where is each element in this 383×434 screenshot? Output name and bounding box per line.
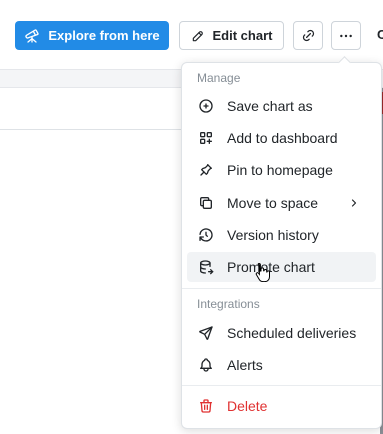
pencil-icon: [191, 29, 205, 43]
more-actions-menu: Manage Save chart as Add to dashboard Pi…: [181, 56, 382, 429]
integrations-section-label: Integrations: [197, 297, 260, 311]
menu-item-label: Move to space: [227, 195, 319, 211]
version-history-item[interactable]: Version history: [187, 220, 376, 250]
database-export-icon: [198, 259, 214, 275]
pin-to-homepage-item[interactable]: Pin to homepage: [187, 155, 376, 185]
menu-divider: [182, 385, 381, 386]
menu-item-label: Alerts: [227, 357, 263, 373]
explore-label: Explore from here: [48, 28, 160, 43]
menu-item-label: Version history: [227, 227, 319, 243]
truncated-button-label: C: [377, 27, 383, 42]
more-actions-button[interactable]: [331, 21, 361, 50]
link-icon: [301, 28, 316, 43]
menu-item-label: Delete: [227, 398, 268, 414]
hand-cursor-icon: [254, 262, 270, 285]
trash-icon: [198, 398, 214, 414]
chevron-right-icon: [348, 196, 360, 212]
layout-grid-add-icon: [198, 130, 214, 146]
promote-chart-item[interactable]: Promote chart: [187, 252, 376, 285]
menu-item-label: Scheduled deliveries: [227, 325, 357, 341]
menu-divider: [182, 288, 381, 289]
history-icon: [198, 227, 214, 243]
copy-link-button[interactable]: [293, 21, 323, 50]
menu-item-label: Pin to homepage: [227, 162, 333, 178]
move-to-space-item[interactable]: Move to space: [187, 188, 376, 218]
edit-label: Edit chart: [212, 28, 273, 43]
add-to-dashboard-item[interactable]: Add to dashboard: [187, 123, 376, 153]
copy-icon: [198, 195, 214, 211]
circle-plus-icon: [198, 98, 214, 114]
menu-item-label: Promote chart: [227, 259, 315, 275]
delete-chart-item[interactable]: Delete: [187, 391, 376, 421]
edit-chart-button[interactable]: Edit chart: [179, 21, 284, 50]
scheduled-deliveries-item[interactable]: Scheduled deliveries: [187, 318, 376, 348]
send-icon: [198, 325, 214, 341]
manage-section-label: Manage: [197, 71, 241, 85]
menu-item-label: Save chart as: [227, 98, 313, 114]
pin-icon: [198, 162, 214, 178]
save-chart-as-item[interactable]: Save chart as: [187, 91, 376, 121]
telescope-icon: [24, 28, 40, 44]
alerts-item[interactable]: Alerts: [187, 350, 376, 380]
bell-icon: [198, 357, 214, 373]
explore-from-here-button[interactable]: Explore from here: [15, 21, 169, 50]
dots-icon: [338, 28, 354, 44]
menu-item-label: Add to dashboard: [227, 130, 338, 146]
